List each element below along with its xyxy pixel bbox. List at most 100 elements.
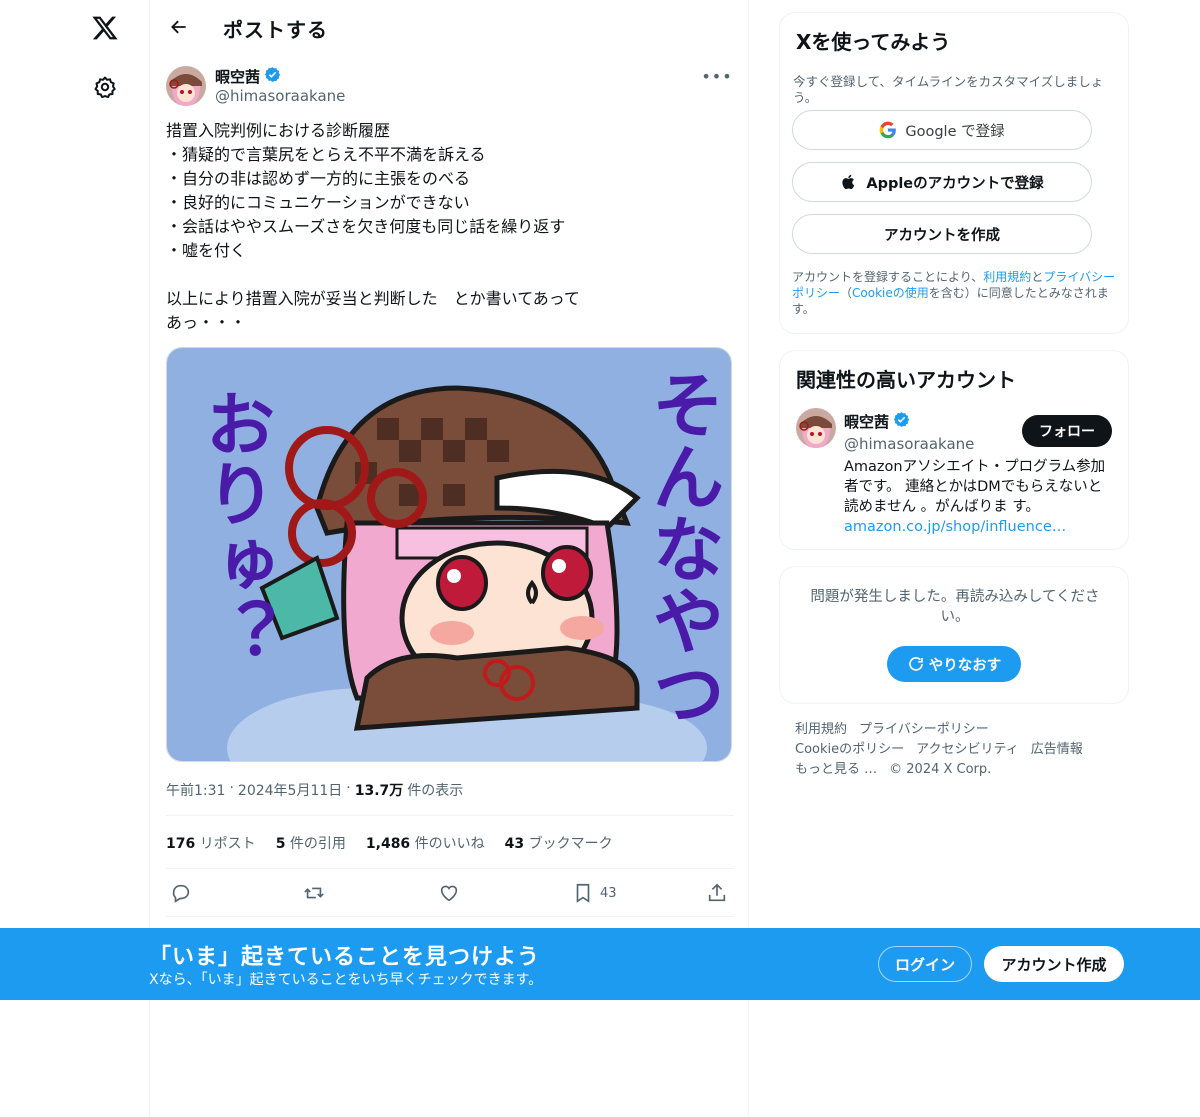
banner-title: 「いま」起きていることを見つけよう (149, 945, 541, 970)
reply-icon[interactable] (170, 878, 192, 908)
google-icon (880, 121, 897, 139)
gear-icon[interactable] (84, 66, 126, 108)
post-text-line: ・嘘を付く (166, 241, 247, 260)
avatar[interactable] (796, 408, 836, 448)
meta-separator: · (346, 780, 351, 796)
page: ポストする 暇空茜 @himasoraakane ••• 措置入院判例における診… (0, 0, 1200, 1117)
signup-title: Xを使ってみよう (796, 30, 951, 54)
back-arrow-icon[interactable] (162, 10, 196, 44)
x-logo-icon[interactable] (84, 7, 126, 49)
reposts-count: 176 (166, 836, 196, 852)
footer-privacy-link[interactable]: プライバシーポリシー (859, 720, 989, 740)
related-handle[interactable]: @himasoraakane (844, 435, 974, 453)
error-card: 問題が発生しました。再読み込みしてください。 やりなおす (779, 566, 1129, 704)
login-banner: 「いま」起きていることを見つけよう Xなら、「いま」起きていることをいち早くチェ… (0, 928, 1200, 1000)
bookmarks-count: 43 (504, 836, 525, 852)
quotes-stat[interactable]: 5 件の引用 (276, 833, 346, 853)
avatar[interactable] (166, 66, 206, 106)
views-label: 件の表示 (407, 783, 464, 799)
divider (166, 916, 734, 917)
error-message: 問題が発生しました。再読み込みしてください。 (810, 589, 1100, 625)
related-title: 関連性の高いアカウント (796, 368, 1016, 392)
google-signup-button[interactable]: Google で登録 (792, 110, 1092, 150)
apple-signup-button[interactable]: Appleのアカウントで登録 (792, 162, 1092, 202)
post-text-line: 以上により措置入院が妥当と判断した とか書いてあって (166, 289, 580, 308)
post-text-line: 措置入院判例における診断履歴 (166, 121, 391, 140)
likes-count: 1,486 (365, 836, 411, 852)
page-title: ポストする (223, 18, 328, 42)
media-right-text: そんなやつ (640, 368, 724, 728)
signup-button[interactable]: アカウント作成 (984, 946, 1124, 982)
footer-more-link[interactable]: もっと見る … (795, 760, 877, 780)
verified-badge-icon (893, 411, 910, 432)
related-name-row[interactable]: 暇空茜 (844, 411, 910, 432)
banner-subtitle: Xなら、「いま」起きていることをいち早くチェックできます。 (149, 972, 543, 988)
author-name[interactable]: 暇空茜 (215, 66, 260, 87)
legal-text: と (1031, 270, 1044, 284)
post-author: 暇空茜 @himasoraakane ••• (166, 64, 734, 108)
post-body: 措置入院判例における診断履歴 ・猜疑的で言葉尻をとらえ不平不満を訴える ・自分の… (166, 119, 734, 335)
post-text-line (166, 263, 734, 287)
apple-signup-label: Appleのアカウントで登録 (866, 175, 1044, 192)
divider (166, 868, 734, 869)
repost-icon[interactable] (303, 878, 325, 908)
reposts-stat[interactable]: 176 リポスト (166, 833, 256, 853)
media-left-text: おりゅ？ (194, 388, 276, 668)
footer-accessibility-link[interactable]: アクセシビリティ (916, 740, 1019, 760)
retry-label: やりなおす (928, 657, 1002, 674)
author-name-row[interactable]: 暇空茜 (215, 66, 281, 87)
bookmarks-stat[interactable]: 43 ブックマーク (505, 833, 613, 853)
post-image[interactable]: おりゅ？ そんなやつ (166, 347, 732, 762)
bookmark-icon (576, 883, 590, 903)
create-account-button[interactable]: アカウントを作成 (792, 214, 1092, 254)
create-account-label: アカウントを作成 (884, 227, 1000, 244)
post-text-line: ・自分の非は認めず一方的に主張をのべる (166, 169, 471, 188)
related-name[interactable]: 暇空茜 (844, 411, 889, 432)
signup-subtitle: 今すぐ登録して、タイムラインをカスタマイズしましょう。 (793, 74, 1104, 105)
refresh-icon (908, 657, 923, 671)
footer-links: 利用規約 プライバシーポリシー Cookieのポリシー アクセシビリティ 広告情… (795, 720, 1125, 780)
likes-label: 件のいいね (414, 836, 485, 852)
post-text-line: ・猜疑的で言葉尻をとらえ不平不満を訴える (166, 145, 486, 164)
views-count: 13.7万 (354, 783, 404, 799)
related-accounts-card: 関連性の高いアカウント 暇空茜 @himasoraakane フォロー Amaz… (779, 350, 1129, 550)
post-date[interactable]: 2024年5月11日 (238, 780, 342, 800)
like-icon[interactable] (438, 878, 460, 908)
cookie-link[interactable]: Cookieの使用 (852, 286, 929, 300)
follow-button[interactable]: フォロー (1022, 415, 1112, 447)
related-bio-link[interactable]: amazon.co.jp/shop/influence… (844, 519, 1066, 535)
bookmarks-label: ブックマーク (528, 836, 613, 852)
more-options-icon[interactable]: ••• (700, 66, 734, 86)
footer-cookie-link[interactable]: Cookieのポリシー (795, 740, 904, 760)
login-button[interactable]: ログイン (878, 946, 972, 982)
meta-separator: · (229, 780, 234, 796)
post-meta: 午前1:31 · 2024年5月11日 · 13.7万 件の表示 (166, 780, 463, 800)
post-stats: 176 リポスト 5 件の引用 1,486 件のいいね 43 ブックマーク (166, 833, 613, 853)
footer-ads-link[interactable]: 広告情報 (1031, 740, 1083, 760)
legal-text: （ (840, 286, 853, 300)
signup-card: Xを使ってみよう 今すぐ登録して、タイムラインをカスタマイズしましょう。 Goo… (779, 12, 1129, 334)
related-bio: Amazonアソシエイト・プログラム参加者です。 連絡とかはDMでもらえないと読… (844, 457, 1114, 537)
footer-copyright: © 2024 X Corp. (889, 762, 992, 777)
retry-button[interactable]: やりなおす (887, 646, 1021, 682)
google-signup-label: Google で登録 (905, 123, 1005, 140)
post-text-line: ・会話はややスムーズさを欠き何度も同じ話を繰り返す (166, 217, 566, 236)
post-header: ポストする (150, 0, 748, 54)
post-actions: 43 (166, 870, 734, 914)
terms-link[interactable]: 利用規約 (983, 270, 1031, 284)
quotes-count: 5 (275, 836, 286, 852)
reposts-label: リポスト (199, 836, 256, 852)
signup-legal: アカウントを登録することにより、利用規約とプライバシーポリシー（Cookieの使… (792, 269, 1120, 317)
author-handle[interactable]: @himasoraakane (215, 87, 345, 105)
footer-terms-link[interactable]: 利用規約 (795, 720, 847, 740)
divider (166, 815, 734, 816)
apple-icon (842, 174, 855, 190)
likes-stat[interactable]: 1,486 件のいいね (366, 833, 485, 853)
verified-badge-icon (264, 66, 281, 87)
legal-text: アカウントを登録することにより、 (792, 270, 984, 284)
share-icon[interactable] (706, 878, 728, 908)
bookmark-button[interactable]: 43 (572, 878, 617, 908)
post-time[interactable]: 午前1:31 (166, 780, 225, 800)
post-text-line: あっ・・・ (166, 313, 247, 332)
quotes-label: 件の引用 (289, 836, 346, 852)
